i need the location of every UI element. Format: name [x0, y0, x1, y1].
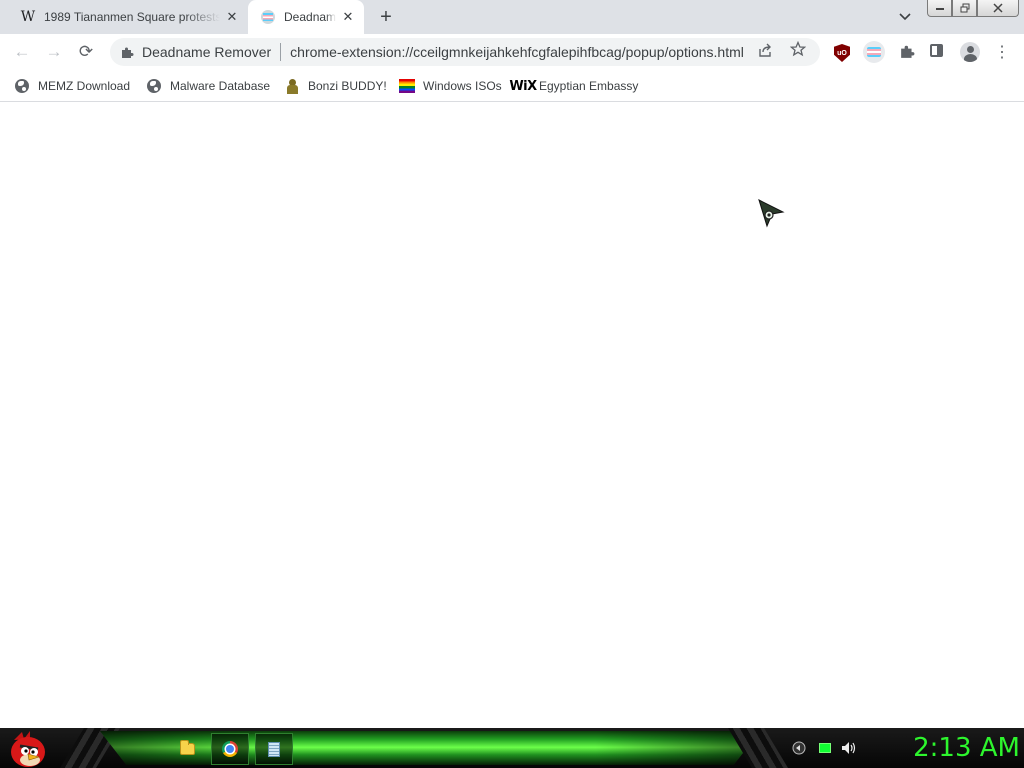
bookmark-label: Bonzi BUDDY! [308, 79, 387, 93]
side-panel-icon[interactable] [930, 44, 943, 57]
omnibox-divider [280, 43, 282, 61]
network-icon[interactable] [817, 740, 833, 756]
taskbar-file-explorer[interactable] [168, 733, 206, 765]
tab-title: Deadname Remover [284, 10, 336, 24]
bonzi-icon [284, 78, 300, 94]
share-icon[interactable] [758, 43, 773, 62]
trans-flag-icon [867, 47, 881, 57]
bookmark-windows-isos[interactable]: Windows ISOs [399, 76, 502, 96]
angry-bird-start-icon[interactable] [8, 730, 48, 768]
folder-icon [179, 740, 195, 755]
bookmark-label: Windows ISOs [423, 79, 502, 93]
bookmarks-bar: MEMZ Download Malware Database Bonzi BUD… [0, 70, 1024, 102]
site-name: Deadname Remover [142, 44, 272, 60]
keyboard-layout-icon[interactable] [791, 740, 807, 756]
tab-search-chevron-icon[interactable] [895, 8, 915, 26]
back-button[interactable]: ← [8, 38, 36, 66]
page-content [0, 102, 1024, 728]
chrome-icon [222, 741, 238, 757]
tab-close-icon[interactable]: ✕ [340, 9, 356, 25]
bookmark-memz-download[interactable]: MEMZ Download [14, 76, 130, 96]
window-controls [927, 0, 1019, 18]
globe-icon [14, 78, 30, 94]
bookmark-label: Egyptian Embassy [539, 79, 639, 93]
taskbar-chrome[interactable] [211, 733, 249, 765]
url-text: chrome-extension://cceilgmnkeijahkehfcgf… [290, 44, 744, 60]
globe-icon [146, 78, 162, 94]
minimize-button[interactable] [927, 0, 952, 17]
rainbow-flag-icon [399, 78, 415, 94]
profile-body [964, 54, 977, 62]
taskbar-notepad[interactable] [255, 733, 293, 765]
taskbar-clock[interactable]: 2:13 AM [880, 731, 1020, 765]
wikipedia-favicon-icon: W [20, 9, 36, 25]
bookmark-malware-database[interactable]: Malware Database [146, 76, 270, 96]
restore-button[interactable] [952, 0, 977, 17]
bookmark-label: Malware Database [170, 79, 271, 93]
bookmark-star-icon[interactable] [789, 40, 807, 62]
tab-close-icon[interactable]: ✕ [224, 9, 240, 25]
bookmark-bonzi-buddy[interactable]: Bonzi BUDDY! [284, 76, 387, 96]
notepad-icon [268, 741, 280, 757]
wix-icon: WiX [509, 78, 537, 94]
extension-puzzle-icon [119, 46, 135, 59]
reload-button[interactable]: ⟳ [72, 38, 100, 66]
forward-button[interactable]: → [40, 38, 68, 66]
trans-flag-extension-icon[interactable] [863, 41, 885, 63]
cursor-icon [758, 199, 785, 228]
address-bar[interactable]: Deadname Remover chrome-extension://ccei… [110, 38, 820, 66]
bookmark-egyptian-embassy[interactable]: WiX Egyptian Embassy [509, 76, 639, 96]
extensions-puzzle-icon[interactable] [896, 40, 918, 62]
tab-wikipedia[interactable]: W 1989 Tiananmen Square protests ✕ [8, 0, 248, 34]
menu-kebab-icon[interactable]: ⋮ [994, 40, 1010, 64]
tab-deadname-remover[interactable]: Deadname Remover ✕ [248, 0, 364, 34]
bookmark-label: MEMZ Download [38, 79, 131, 93]
profile-avatar-icon[interactable] [960, 42, 980, 62]
profile-head [967, 46, 974, 53]
new-tab-button[interactable]: + [374, 5, 398, 29]
volume-icon[interactable] [841, 740, 857, 756]
trans-flag-favicon-icon [260, 9, 276, 25]
tab-strip: W 1989 Tiananmen Square protests ✕ Deadn… [0, 0, 1024, 34]
taskbar [0, 728, 1024, 768]
close-window-button[interactable] [977, 0, 1019, 17]
tab-title: 1989 Tiananmen Square protests [44, 10, 220, 24]
